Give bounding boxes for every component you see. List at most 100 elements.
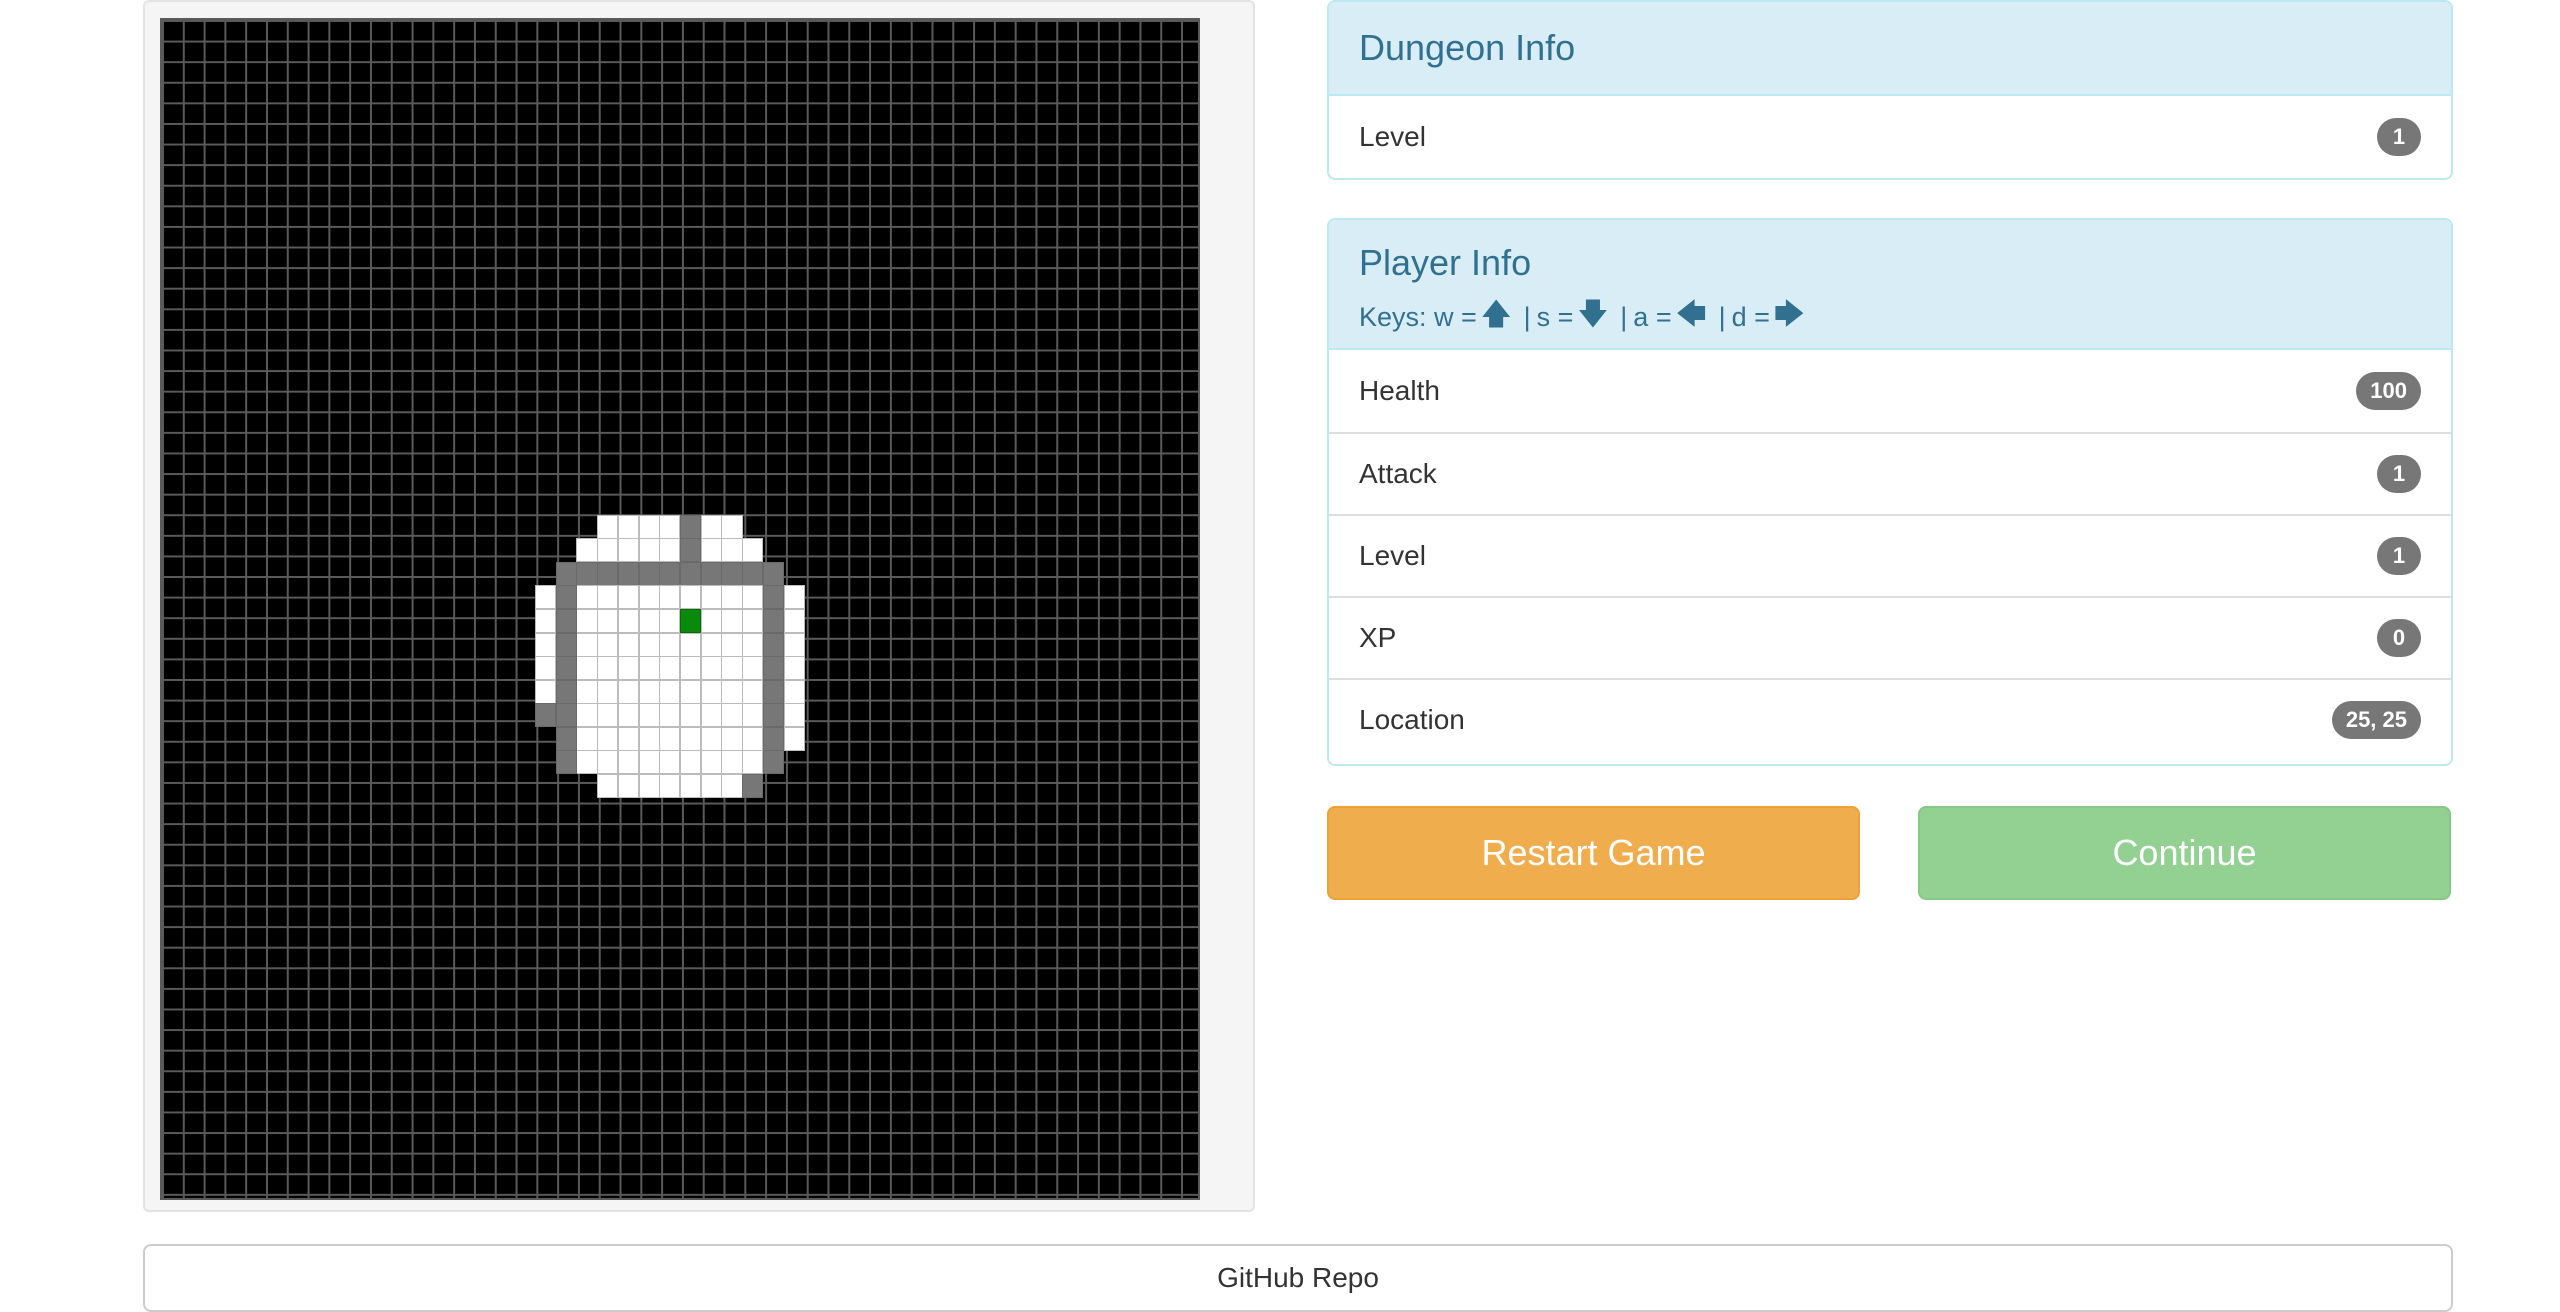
floor-tile [617, 773, 640, 798]
floor-tile [638, 514, 660, 539]
xp-label: XP [1359, 622, 1397, 653]
wall-tile [555, 726, 577, 751]
floor-tile [597, 750, 619, 775]
keys-separator: | [1523, 302, 1531, 332]
floor-tile [617, 750, 640, 775]
floor-tile [597, 609, 619, 634]
wall-tile [680, 514, 702, 539]
dungeon-map[interactable] [160, 18, 1200, 1200]
floor-tile [742, 609, 764, 634]
wall-tile [700, 561, 722, 586]
floor-tile [534, 585, 557, 610]
wall-tile [555, 632, 577, 657]
wall-tile [659, 561, 681, 586]
floor-tile [617, 632, 640, 657]
key-controls-hint: Keys: w = 🡅 | s = 🡇 | a = 🡄 | d = 🡆 [1359, 292, 2421, 343]
dungeon-level-row: Level 1 [1329, 96, 2451, 178]
floor-tile [597, 538, 619, 563]
floor-tile [597, 703, 619, 728]
floor-tile [659, 773, 681, 798]
floor-tile [617, 726, 640, 751]
wall-tile [555, 656, 577, 681]
floor-tile [597, 656, 619, 681]
player-info-panel: Player Info Keys: w = 🡅 | s = 🡇 | a = 🡄 … [1327, 218, 2453, 766]
floor-tile [576, 538, 598, 563]
floor-tile [721, 773, 743, 798]
attack-row: Attack 1 [1329, 432, 2451, 514]
floor-tile [700, 679, 722, 704]
floor-tile [721, 679, 743, 704]
floor-tile [742, 538, 764, 563]
floor-tile [617, 609, 640, 634]
floor-tile [576, 609, 598, 634]
keys-separator: | [1718, 302, 1726, 332]
location-badge: 25, 25 [2331, 701, 2421, 739]
wall-tile [762, 609, 785, 634]
dungeon-level-badge: 1 [2377, 118, 2421, 156]
wall-tile [762, 656, 785, 681]
floor-tile [576, 585, 598, 610]
floor-tile [534, 609, 557, 634]
floor-tile [700, 750, 722, 775]
xp-row: XP 0 [1329, 596, 2451, 678]
floor-tile [680, 656, 702, 681]
floor-tile [721, 726, 743, 751]
floor-tile [597, 773, 619, 798]
floor-tile [721, 585, 743, 610]
floor-tile [783, 632, 805, 657]
dungeon-info-title: Dungeon Info [1359, 27, 1576, 68]
floor-tile [597, 726, 619, 751]
location-row: Location 25, 25 [1329, 678, 2451, 760]
floor-tile [659, 703, 681, 728]
floor-tile [742, 750, 764, 775]
dungeon-level-label: Level [1359, 121, 1426, 152]
floor-tile [680, 585, 702, 610]
continue-button[interactable]: Continue [1918, 806, 2451, 900]
wall-tile [762, 679, 785, 704]
dungeon-stats-list: Level 1 [1329, 96, 2451, 178]
health-badge: 100 [2356, 372, 2421, 410]
floor-tile [742, 656, 764, 681]
restart-game-button[interactable]: Restart Game [1327, 806, 1860, 900]
floor-tile [742, 726, 764, 751]
floor-tile [576, 726, 598, 751]
arrow-right-icon: 🡆 [1773, 298, 1805, 331]
floor-tile [617, 585, 640, 610]
floor-tile [783, 703, 805, 728]
keys-a-label: a = [1633, 302, 1672, 332]
floor-tile [638, 609, 660, 634]
floor-tile [721, 632, 743, 657]
floor-tile [742, 679, 764, 704]
floor-tile [638, 632, 660, 657]
floor-tile [742, 585, 764, 610]
wall-tile [680, 538, 702, 563]
floor-tile [680, 726, 702, 751]
floor-tile [617, 514, 640, 539]
wall-tile [555, 609, 577, 634]
floor-tile [680, 679, 702, 704]
floor-tile [659, 656, 681, 681]
floor-tile [721, 656, 743, 681]
player-level-badge: 1 [2377, 537, 2421, 575]
floor-tile [638, 538, 660, 563]
wall-tile [555, 585, 577, 610]
floor-tile [721, 609, 743, 634]
wall-tile [762, 750, 785, 775]
player-info-heading: Player Info Keys: w = 🡅 | s = 🡇 | a = 🡄 … [1329, 220, 2451, 350]
arrow-down-icon: 🡇 [1577, 298, 1609, 331]
floor-tile [638, 726, 660, 751]
floor-tile [700, 514, 722, 539]
floor-tile [576, 703, 598, 728]
floor-tile [783, 585, 805, 610]
wall-tile [762, 703, 785, 728]
location-label: Location [1359, 704, 1465, 735]
floor-tile [783, 726, 805, 751]
player-info-title: Player Info [1359, 242, 1532, 283]
floor-tile [576, 750, 598, 775]
floor-tile [659, 538, 681, 563]
arrow-up-icon: 🡅 [1480, 298, 1512, 331]
health-row: Health 100 [1329, 350, 2451, 432]
floor-tile [742, 703, 764, 728]
floor-tile [721, 703, 743, 728]
github-repo-link[interactable]: GitHub Repo [143, 1244, 2453, 1312]
